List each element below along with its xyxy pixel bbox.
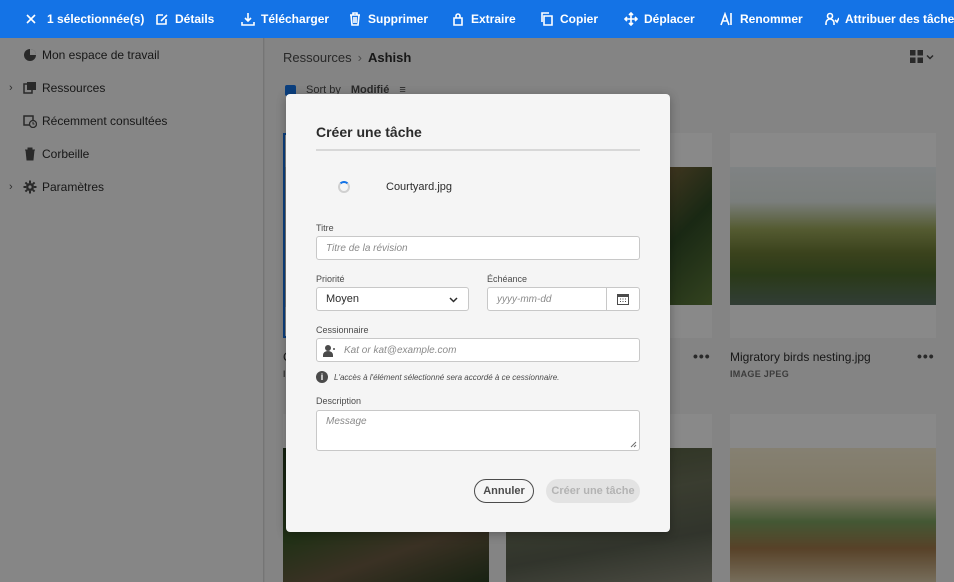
- due-date-label: Échéance: [487, 274, 528, 284]
- close-icon: [26, 14, 36, 24]
- resize-grip-icon[interactable]: [630, 441, 637, 448]
- priority-label: Priorité: [316, 274, 345, 284]
- close-selection-button[interactable]: [24, 0, 38, 38]
- assign-tasks-button[interactable]: Attribuer des tâches: [825, 0, 954, 38]
- rename-icon: [720, 12, 732, 26]
- due-date-input[interactable]: yyyy-mm-dd: [487, 287, 607, 311]
- copy-icon: [541, 12, 553, 26]
- user-icon: [323, 345, 335, 357]
- trash-icon: [350, 12, 360, 26]
- description-placeholder: Message: [326, 416, 367, 427]
- selection-count: 1 sélectionnée(s): [47, 12, 145, 26]
- assign-users-icon: [825, 12, 839, 25]
- download-button[interactable]: Télécharger: [241, 0, 329, 38]
- info-icon: i: [316, 371, 328, 383]
- description-label: Description: [316, 396, 362, 406]
- title-label: Titre: [316, 223, 334, 233]
- info-message: i L'accès à l'élément sélectionné sera a…: [316, 371, 559, 383]
- priority-value: Moyen: [326, 293, 360, 305]
- chevron-down-icon: [449, 297, 458, 303]
- details-button[interactable]: Détails: [155, 0, 214, 38]
- calendar-icon: [617, 294, 629, 305]
- create-task-dialog: Créer une tâche Courtyard.jpg Titre Titr…: [286, 94, 670, 532]
- assignee-label: Cessionnaire: [316, 325, 369, 335]
- cancel-button[interactable]: Annuler: [474, 479, 534, 503]
- description-textarea[interactable]: Message: [316, 410, 640, 451]
- assignee-placeholder: Kat or kat@example.com: [344, 344, 457, 356]
- download-icon: [241, 13, 255, 26]
- priority-select[interactable]: Moyen: [316, 287, 469, 311]
- move-button[interactable]: Déplacer: [624, 0, 695, 38]
- dialog-divider: [316, 149, 640, 151]
- loading-spinner-icon: [338, 181, 350, 193]
- asset-filename: Courtyard.jpg: [386, 181, 453, 193]
- create-task-button[interactable]: Créer une tâche: [546, 479, 640, 503]
- assignee-input[interactable]: Kat or kat@example.com: [316, 338, 640, 362]
- copy-button[interactable]: Copier: [540, 0, 598, 38]
- title-input[interactable]: Titre de la révision: [316, 236, 640, 260]
- delete-button[interactable]: Supprimer: [348, 0, 428, 38]
- action-bar: 1 sélectionnée(s) Détails Télécharger Su…: [0, 0, 954, 38]
- lock-icon: [453, 13, 463, 26]
- move-icon: [624, 12, 638, 26]
- calendar-button[interactable]: [607, 287, 640, 311]
- rename-button[interactable]: Renommer: [720, 0, 803, 38]
- info-text: L'accès à l'élément sélectionné sera acc…: [334, 372, 560, 382]
- dialog-title: Créer une tâche: [316, 124, 422, 140]
- extract-button[interactable]: Extraire: [451, 0, 516, 38]
- edit-icon: [156, 14, 168, 25]
